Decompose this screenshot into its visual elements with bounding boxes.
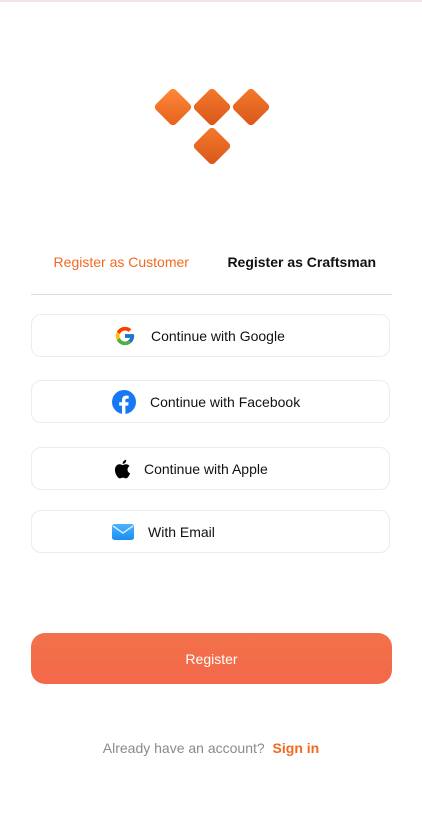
sign-in-link[interactable]: Sign in [273, 740, 320, 756]
google-button-label: Continue with Google [151, 327, 285, 344]
already-have-account-text: Already have an account? [102, 740, 265, 756]
apple-icon [110, 457, 134, 481]
tab-register-customer[interactable]: Register as Customer [31, 250, 212, 294]
diamond-grid-logo-icon [154, 88, 270, 165]
continue-with-google-button[interactable]: Continue with Google [31, 314, 390, 357]
tab-register-craftsman[interactable]: Register as Craftsman [212, 250, 393, 294]
google-icon [113, 324, 137, 348]
email-button-label: With Email [148, 523, 215, 540]
with-email-button[interactable]: With Email [31, 510, 390, 553]
apple-button-label: Continue with Apple [144, 460, 268, 477]
register-screen: Register as Customer Register as Craftsm… [0, 0, 422, 825]
register-button[interactable]: Register [31, 633, 392, 684]
facebook-icon [112, 389, 136, 414]
continue-with-apple-button[interactable]: Continue with Apple [31, 447, 390, 490]
mail-icon [111, 520, 135, 544]
sign-in-prompt: Already have an account? Sign in [0, 740, 422, 756]
register-type-tabs: Register as Customer Register as Craftsm… [31, 250, 392, 295]
facebook-button-label: Continue with Facebook [150, 393, 301, 410]
continue-with-facebook-button[interactable]: Continue with Facebook [31, 380, 390, 423]
